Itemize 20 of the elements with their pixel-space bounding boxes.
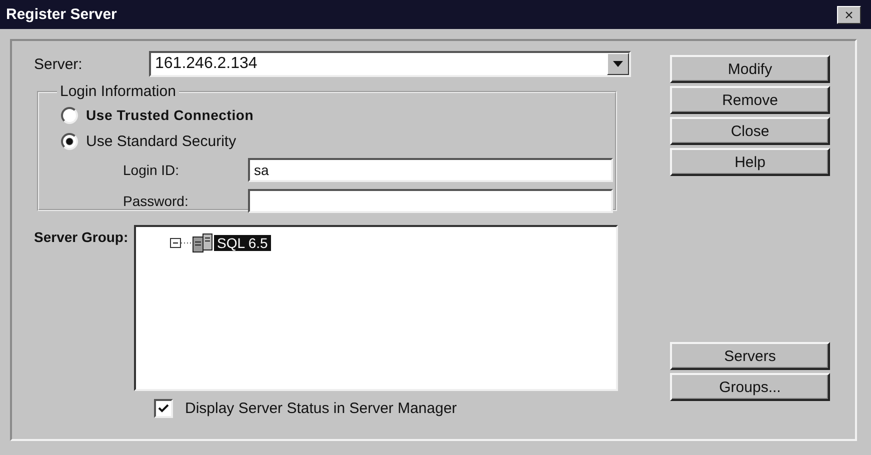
modify-button[interactable]: Modify — [670, 55, 830, 83]
server-group-label: Server Group: — [34, 228, 130, 247]
close-icon[interactable]: × — [837, 6, 861, 24]
server-combo-box[interactable]: 161.246.2.134 — [149, 51, 631, 77]
radio-label: Use Standard Security — [86, 132, 236, 150]
server-label: Server: — [34, 56, 84, 72]
close-button[interactable]: Close — [670, 117, 830, 145]
group-title: Login Information — [59, 83, 177, 100]
radio-label: Use Trusted Connection — [86, 107, 254, 123]
login-id-field[interactable]: sa — [248, 158, 613, 182]
window-title: Register Server — [6, 6, 117, 23]
tree-item[interactable]: SQL 6.5 — [214, 235, 271, 251]
checkbox-label: Display Server Status in Server Manager — [185, 400, 457, 417]
help-button[interactable]: Help — [670, 148, 830, 176]
remove-button[interactable]: Remove — [670, 86, 830, 114]
password-label: Password: — [123, 192, 190, 208]
groups-button[interactable]: Groups... — [670, 373, 830, 401]
server-value: 161.246.2.134 — [154, 55, 258, 73]
servers-button[interactable]: Servers — [670, 342, 830, 370]
login-id-label: Login ID: — [123, 162, 180, 178]
